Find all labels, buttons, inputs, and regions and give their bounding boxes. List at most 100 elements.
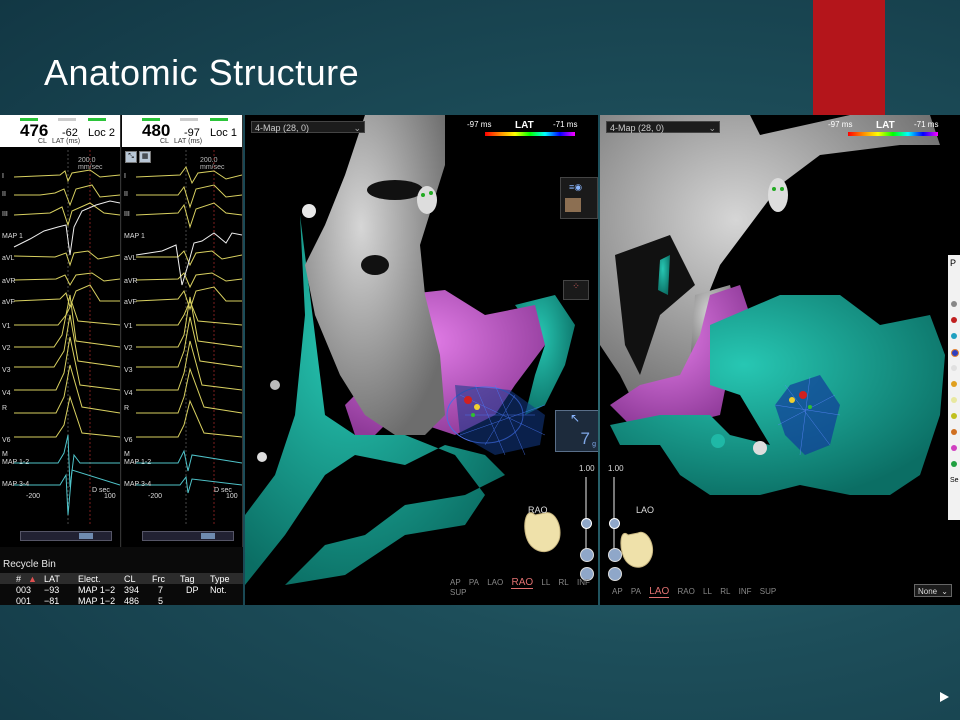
cell: DP: [186, 585, 199, 595]
color-swatch[interactable]: [951, 381, 957, 387]
lead-label: MAP 1: [2, 233, 23, 240]
rotate-button[interactable]: [608, 567, 622, 581]
color-swatch[interactable]: [951, 461, 957, 467]
color-swatch[interactable]: [951, 349, 959, 357]
view-button-ap[interactable]: AP: [612, 587, 623, 596]
lead-label: MAP 3-4: [124, 481, 152, 488]
cell: 001: [16, 596, 32, 605]
view-button-sup[interactable]: SUP: [450, 588, 466, 597]
lead-label: V1: [2, 323, 11, 330]
time-label: 100: [226, 493, 238, 500]
scroll-thumb[interactable]: [201, 533, 215, 539]
cell: −81: [44, 596, 60, 605]
table-row[interactable]: 001 −81 MAP 1−2 486 5: [0, 596, 243, 605]
column-header[interactable]: LAT: [44, 574, 60, 584]
sort-arrow-icon[interactable]: ▲: [28, 574, 37, 584]
lead-label: aVL: [2, 255, 15, 262]
color-swatch[interactable]: [951, 429, 957, 435]
arrow-up-left-icon: ↖: [570, 411, 581, 425]
view-button-lao[interactable]: LAO: [487, 578, 503, 587]
ecg-scrollbar[interactable]: [20, 531, 112, 541]
zoom-out-button[interactable]: [580, 548, 594, 562]
scroll-thumb[interactable]: [79, 533, 93, 539]
view-button-lao[interactable]: LAO: [649, 586, 670, 598]
anatomy-lao-render[interactable]: [600, 115, 960, 605]
view-button-rao[interactable]: RAO: [677, 587, 694, 596]
view-button-rao[interactable]: RAO: [511, 577, 534, 589]
view-button-pa[interactable]: PA: [631, 587, 641, 596]
palette-label: P: [950, 258, 957, 268]
cell: 7: [158, 585, 164, 595]
color-swatch[interactable]: [951, 333, 957, 339]
view-buttons: AP PA LAO RAO LL RL INF SUP: [450, 577, 598, 597]
map-view-rao[interactable]: 4-Map (28, 0) ⌄ -97 ms LAT -71 ms ≡◉ ⁘ ↖ …: [245, 115, 598, 605]
lead-label: V3: [2, 367, 11, 374]
view-button-ll[interactable]: LL: [541, 578, 550, 587]
map-select-dropdown[interactable]: 4-Map (28, 0) ⌄: [251, 121, 365, 133]
view-orientation-label: RAO: [528, 505, 548, 515]
color-swatch[interactable]: [951, 301, 957, 307]
counter-value: 7: [580, 429, 590, 448]
table-row[interactable]: 003 −93 MAP 1−2 394 7 DP Not.: [0, 585, 243, 595]
map-select-dropdown[interactable]: 4-Map (28, 0) ⌄: [606, 121, 720, 133]
color-swatch[interactable]: [951, 365, 957, 371]
color-swatch[interactable]: [951, 413, 957, 419]
overlay-select[interactable]: None ⌄: [914, 584, 952, 597]
lead-label: II: [124, 191, 128, 198]
point-layer-icon[interactable]: ⁘: [563, 280, 589, 300]
lead-label: MAP 3-4: [2, 481, 30, 488]
anatomy-rao-render[interactable]: [245, 115, 598, 605]
view-button-inf[interactable]: INF: [739, 587, 752, 596]
color-palette-sidebar[interactable]: P Se: [948, 255, 960, 520]
lead-label: V2: [2, 345, 11, 352]
column-header[interactable]: Tag: [180, 574, 195, 584]
column-header[interactable]: Elect.: [78, 574, 101, 584]
map-settings-icon[interactable]: ≡◉: [560, 177, 598, 219]
ecg-column-2: 480 -97 Loc 1 CL LAT (ms) ⤡ ▦ 200.0 mm/s…: [122, 115, 243, 547]
lat-colorbar: [848, 132, 938, 136]
lead-label: M: [2, 451, 8, 458]
lat-colorbar: [485, 132, 575, 136]
cell: MAP 1−2: [78, 585, 116, 595]
zoom-slider[interactable]: [585, 477, 587, 557]
color-swatch[interactable]: [951, 317, 957, 323]
cell: MAP 1−2: [78, 596, 116, 605]
lead-label: III: [2, 211, 8, 218]
ecg-scrollbar[interactable]: [142, 531, 234, 541]
lead-label: V6: [2, 437, 11, 444]
view-button-rl[interactable]: RL: [559, 578, 569, 587]
next-slide-arrow-icon[interactable]: [940, 692, 949, 702]
view-button-ap[interactable]: AP: [450, 578, 461, 587]
view-button-rl[interactable]: RL: [720, 587, 730, 596]
column-header[interactable]: CL: [124, 574, 136, 584]
lead-label: MAP 1-2: [2, 459, 30, 466]
view-button-sup[interactable]: SUP: [760, 587, 776, 596]
view-button-inf[interactable]: INF: [577, 578, 590, 587]
lead-label: R: [2, 405, 8, 412]
cell: Not.: [210, 585, 227, 595]
color-swatch[interactable]: [951, 397, 957, 403]
zoom-slider[interactable]: [613, 477, 615, 557]
view-button-pa[interactable]: PA: [469, 578, 479, 587]
lead-label: I: [2, 173, 4, 180]
zoom-slider-knob[interactable]: [609, 518, 620, 529]
view-button-ll[interactable]: LL: [703, 587, 712, 596]
palette-select-label: Se: [950, 477, 959, 484]
map-view-lao[interactable]: 4-Map (28, 0) ⌄ -97 ms LAT -71 ms P Se 1.…: [600, 115, 960, 605]
zoom-out-button[interactable]: [608, 548, 622, 562]
ecg-column-1: 476 -62 Loc 2 CL LAT (ms) 200.0 mm/sec: [0, 115, 121, 547]
lat-max-label: -71 ms: [553, 120, 578, 129]
color-swatch[interactable]: [951, 445, 957, 451]
column-header[interactable]: Frc: [152, 574, 165, 584]
view-orientation-label: LAO: [636, 505, 655, 515]
recycle-table-header: # ▲ LAT Elect. CL Frc Tag Type: [0, 573, 243, 584]
column-header[interactable]: #: [16, 574, 21, 584]
zoom-slider-knob[interactable]: [581, 518, 592, 529]
lead-label: aVL: [124, 255, 137, 262]
time-label: D sec: [92, 487, 110, 494]
time-label: -200: [26, 493, 41, 500]
projection-counter[interactable]: ↖ 7 g: [555, 410, 598, 452]
lead-label: aVR: [124, 278, 138, 285]
accent-bar: [813, 0, 885, 115]
column-header[interactable]: Type: [210, 574, 230, 584]
